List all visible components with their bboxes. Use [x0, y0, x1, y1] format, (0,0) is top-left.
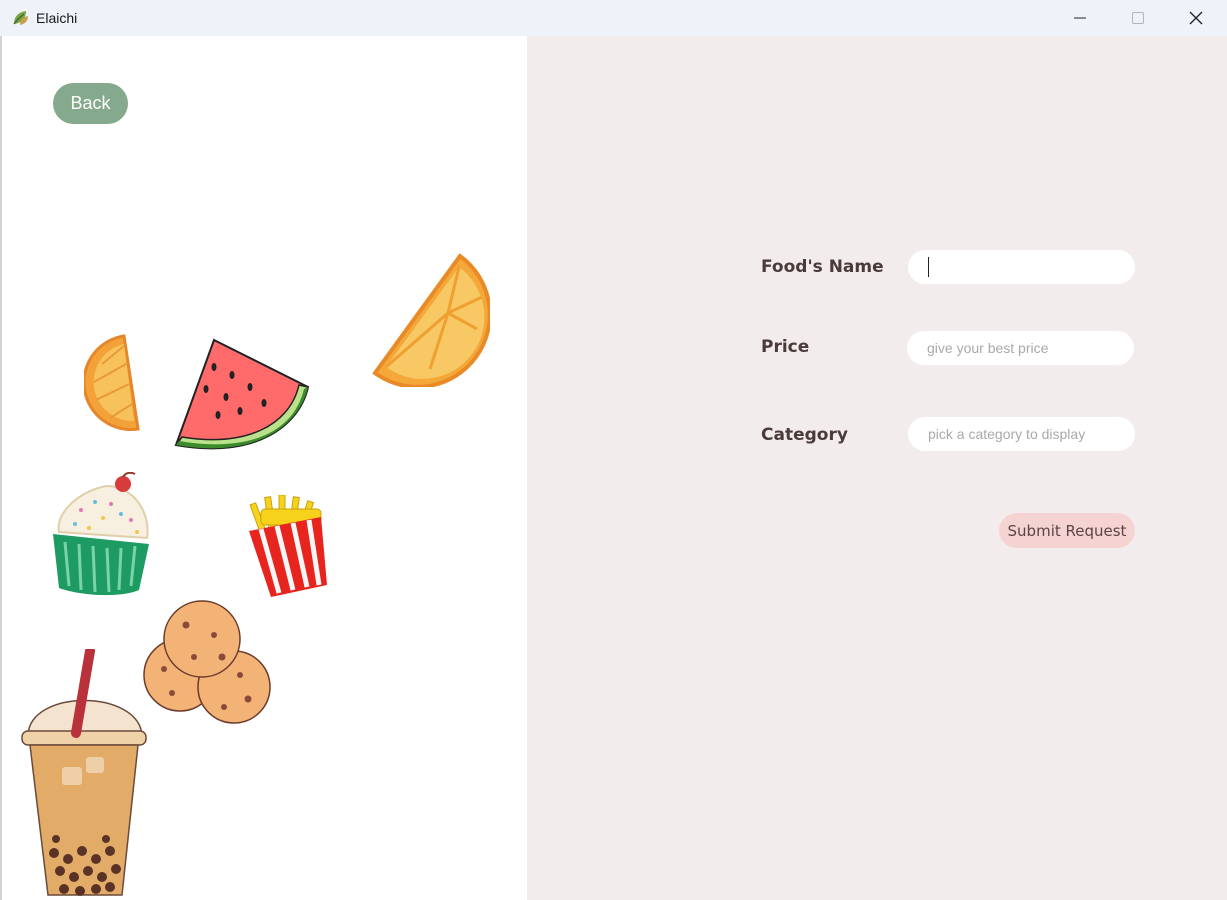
close-icon [1189, 11, 1203, 25]
price-label: Price [761, 337, 810, 357]
minimize-button[interactable] [1051, 0, 1109, 36]
cupcake [53, 472, 149, 596]
orange-wedge [372, 253, 490, 387]
cookies [143, 600, 271, 724]
boba-tea [21, 649, 147, 896]
food-name-label: Food's Name [761, 257, 884, 277]
maximize-button[interactable] [1109, 0, 1167, 36]
leaf-icon [13, 11, 28, 25]
maximize-icon [1132, 12, 1144, 24]
category-label: Category [761, 425, 848, 445]
back-button[interactable]: Back [53, 83, 128, 124]
price-input[interactable] [907, 331, 1134, 365]
watermelon-slice [174, 338, 310, 450]
submit-request-button[interactable]: Submit Request [999, 513, 1135, 548]
french-fries [249, 495, 327, 597]
title-bar: Elaichi [0, 0, 1227, 36]
category-input[interactable] [908, 417, 1135, 451]
form-panel [527, 36, 1227, 900]
minimize-icon [1074, 17, 1086, 19]
close-button[interactable] [1167, 0, 1225, 36]
food-name-input[interactable] [908, 250, 1135, 284]
window-title: Elaichi [36, 10, 78, 26]
window-edge [0, 36, 2, 900]
orange-slice [84, 334, 140, 432]
text-caret [928, 257, 929, 277]
